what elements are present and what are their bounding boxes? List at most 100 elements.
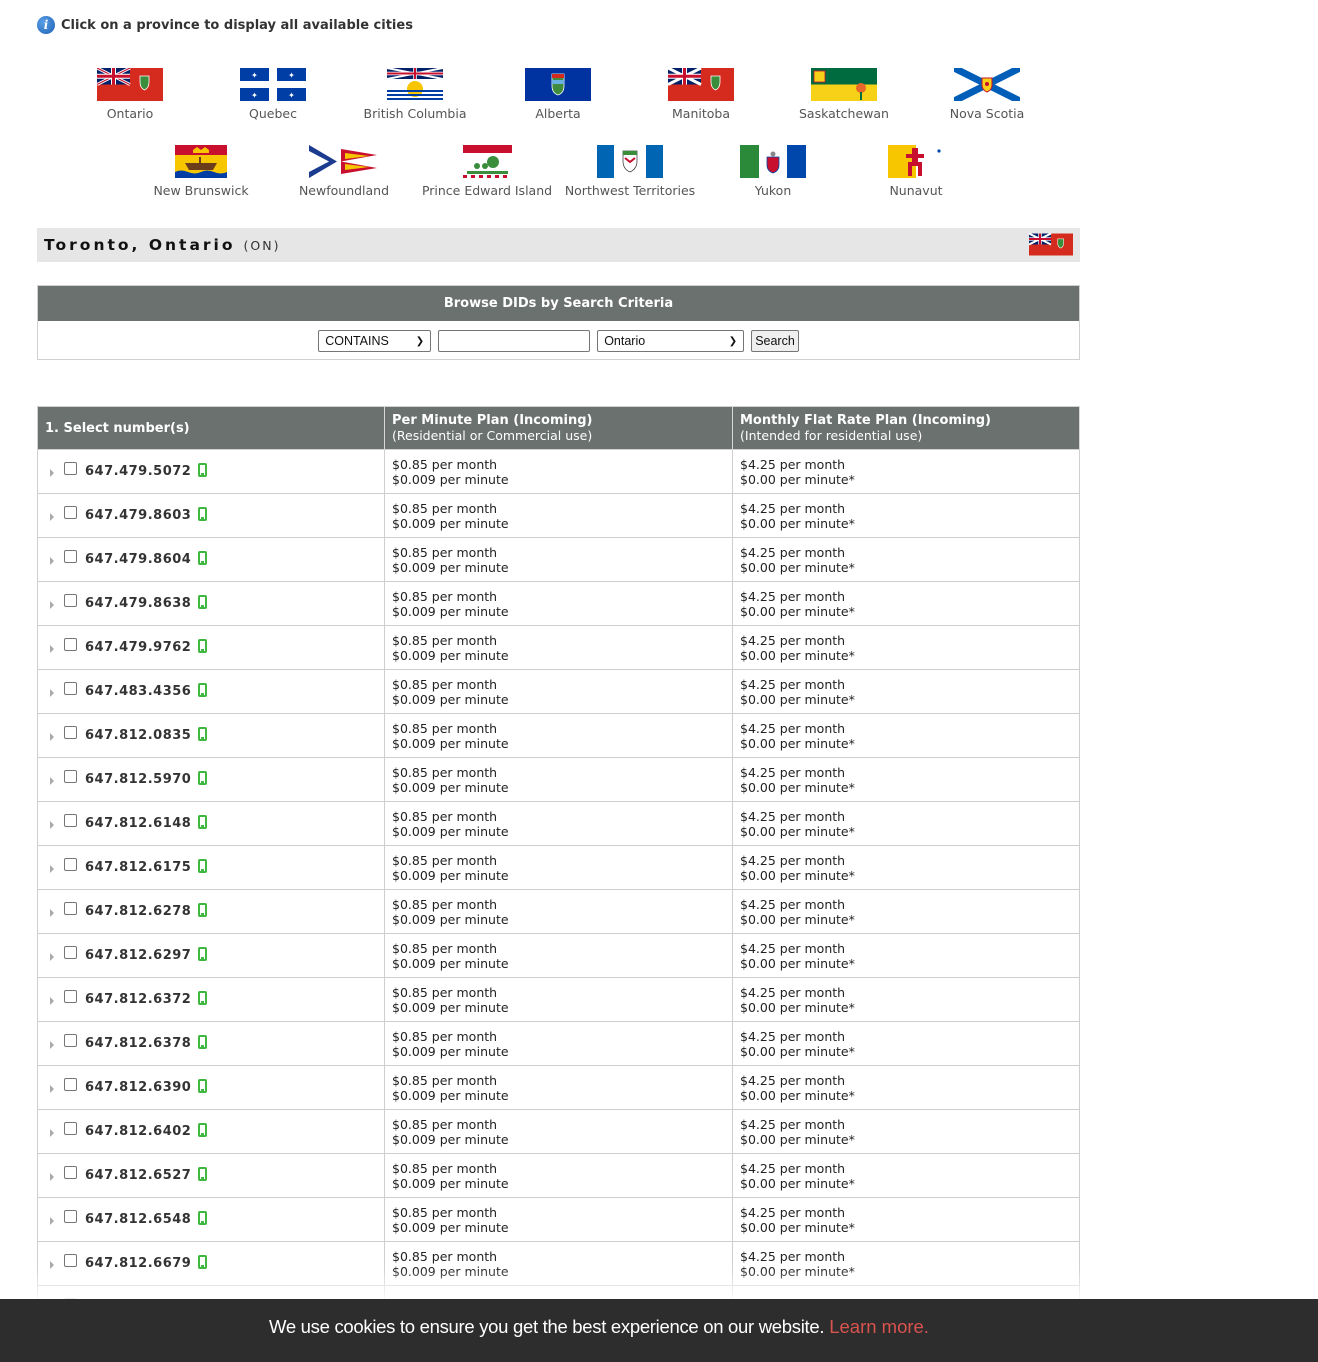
province-quebec[interactable]: ✦ ✦ ✦ ✦ Quebec <box>203 68 343 121</box>
cookie-banner: We use cookies to ensure you get the bes… <box>0 1299 1318 1362</box>
expand-arrow-icon[interactable] <box>50 997 54 1005</box>
province-ontario[interactable]: Ontario <box>60 68 200 121</box>
phone-number: 647.812.6548 <box>85 1212 192 1227</box>
province-british-columbia[interactable]: British Columbia <box>345 68 485 121</box>
flat-rate-monthly-price: $4.25 per month <box>740 676 846 692</box>
select-checkbox[interactable] <box>64 682 77 695</box>
flat-rate-per-minute: $0.00 per minute* <box>740 911 855 927</box>
search-button[interactable]: Search <box>751 330 799 352</box>
province-newfoundland[interactable]: Newfoundland <box>274 145 414 198</box>
phone-number: 647.812.6378 <box>85 1036 192 1051</box>
select-checkbox[interactable] <box>64 946 77 959</box>
select-checkbox[interactable] <box>64 1122 77 1135</box>
province-nova-scotia[interactable]: Nova Scotia <box>917 68 1057 121</box>
province-saskatchewan[interactable]: Saskatchewan <box>774 68 914 121</box>
per-minute-plan-cell: $0.85 per month $0.009 per minute <box>384 713 733 758</box>
table-row: 647.479.5072 $0.85 per month $0.009 per … <box>37 449 1080 494</box>
select-checkbox[interactable] <box>64 902 77 915</box>
flat-rate-per-minute: $0.00 per minute* <box>740 1263 855 1279</box>
expand-arrow-icon[interactable] <box>50 601 54 609</box>
table-row: 647.479.8604 $0.85 per month $0.009 per … <box>37 537 1080 582</box>
mobile-phone-icon <box>198 1166 208 1181</box>
expand-arrow-icon[interactable] <box>50 513 54 521</box>
expand-arrow-icon[interactable] <box>50 1261 54 1269</box>
table-row: 647.483.4356 $0.85 per month $0.009 per … <box>37 669 1080 714</box>
select-checkbox[interactable] <box>64 506 77 519</box>
flat-rate-monthly-price: $4.25 per month <box>740 1204 846 1220</box>
flat-rate-monthly-price: $4.25 per month <box>740 1072 846 1088</box>
number-cell: 647.812.6390 <box>37 1065 385 1110</box>
svg-text:✦: ✦ <box>288 91 295 100</box>
select-checkbox[interactable] <box>64 1166 77 1179</box>
select-checkbox[interactable] <box>64 1034 77 1047</box>
quebec-flag-icon: ✦ ✦ ✦ ✦ <box>240 68 306 101</box>
expand-arrow-icon[interactable] <box>50 689 54 697</box>
expand-arrow-icon[interactable] <box>50 865 54 873</box>
per-minute-monthly-price: $0.85 per month <box>392 940 498 956</box>
select-checkbox[interactable] <box>64 770 77 783</box>
phone-number: 647.812.0835 <box>85 728 192 743</box>
expand-arrow-icon[interactable] <box>50 1129 54 1137</box>
select-checkbox[interactable] <box>64 1254 77 1267</box>
flat-rate-per-minute: $0.00 per minute* <box>740 515 855 531</box>
expand-arrow-icon[interactable] <box>50 1085 54 1093</box>
flat-rate-per-minute: $0.00 per minute* <box>740 955 855 971</box>
expand-arrow-icon[interactable] <box>50 469 54 477</box>
select-checkbox[interactable] <box>64 726 77 739</box>
expand-arrow-icon[interactable] <box>50 909 54 917</box>
expand-arrow-icon[interactable] <box>50 777 54 785</box>
expand-arrow-icon[interactable] <box>50 953 54 961</box>
table-row: 647.812.6390 $0.85 per month $0.009 per … <box>37 1065 1080 1110</box>
expand-arrow-icon[interactable] <box>50 1041 54 1049</box>
search-panel: Browse DIDs by Search Criteria CONTAINS … <box>37 285 1080 360</box>
expand-arrow-icon[interactable] <box>50 821 54 829</box>
learn-more-link[interactable]: Learn more. <box>829 1316 929 1338</box>
mobile-phone-icon <box>198 990 208 1005</box>
select-checkbox[interactable] <box>64 462 77 475</box>
select-checkbox[interactable] <box>64 1078 77 1091</box>
per-minute-plan-cell: $0.85 per month $0.009 per minute <box>384 493 733 538</box>
flat-rate-monthly-price: $4.25 per month <box>740 1248 846 1264</box>
province-select[interactable]: Ontario ❯ <box>597 330 745 352</box>
search-input[interactable] <box>438 330 591 352</box>
province-label: New Brunswick <box>153 183 249 198</box>
per-minute-monthly-price: $0.85 per month <box>392 1072 498 1088</box>
per-minute-monthly-price: $0.85 per month <box>392 1116 498 1132</box>
city-name: Toronto, Ontario <box>44 236 236 254</box>
flat-rate-per-minute: $0.00 per minute* <box>740 779 855 795</box>
expand-arrow-icon[interactable] <box>50 1173 54 1181</box>
ontario-flag-icon <box>97 68 163 101</box>
cookie-message: We use cookies to ensure you get the bes… <box>269 1315 825 1337</box>
expand-arrow-icon[interactable] <box>50 557 54 565</box>
province-new-brunswick[interactable]: New Brunswick <box>131 145 271 198</box>
select-checkbox[interactable] <box>64 638 77 651</box>
expand-arrow-icon[interactable] <box>50 645 54 653</box>
province-nunavut[interactable]: Nunavut <box>846 145 986 198</box>
select-checkbox[interactable] <box>64 594 77 607</box>
table-row: 647.812.6297 $0.85 per month $0.009 per … <box>37 933 1080 978</box>
search-controls: CONTAINS ❯ Ontario ❯ Search <box>38 321 1079 359</box>
select-checkbox[interactable] <box>64 550 77 563</box>
table-row: 647.812.0835 $0.85 per month $0.009 per … <box>37 713 1080 758</box>
mobile-phone-icon <box>198 726 208 741</box>
select-checkbox[interactable] <box>64 814 77 827</box>
province-prince-edward-island[interactable]: Prince Edward Island <box>417 145 557 198</box>
province-alberta[interactable]: Alberta <box>488 68 628 121</box>
province-label: Alberta <box>535 106 581 121</box>
flat-rate-monthly-price: $4.25 per month <box>740 764 846 780</box>
flat-rate-per-minute: $0.00 per minute* <box>740 559 855 575</box>
per-minute-monthly-price: $0.85 per month <box>392 984 498 1000</box>
expand-arrow-icon[interactable] <box>50 733 54 741</box>
per-minute-rate: $0.009 per minute <box>392 1175 509 1191</box>
select-checkbox[interactable] <box>64 858 77 871</box>
nunavut-flag-icon <box>888 145 944 178</box>
flat-rate-plan-cell: $4.25 per month $0.00 per minute* <box>732 977 1080 1022</box>
province-yukon[interactable]: Yukon <box>703 145 843 198</box>
province-northwest-territories[interactable]: Northwest Territories <box>560 145 700 198</box>
select-checkbox[interactable] <box>64 990 77 1003</box>
per-minute-rate: $0.009 per minute <box>392 515 509 531</box>
expand-arrow-icon[interactable] <box>50 1217 54 1225</box>
match-mode-select[interactable]: CONTAINS ❯ <box>318 330 432 352</box>
select-checkbox[interactable] <box>64 1210 77 1223</box>
province-manitoba[interactable]: Manitoba <box>631 68 771 121</box>
